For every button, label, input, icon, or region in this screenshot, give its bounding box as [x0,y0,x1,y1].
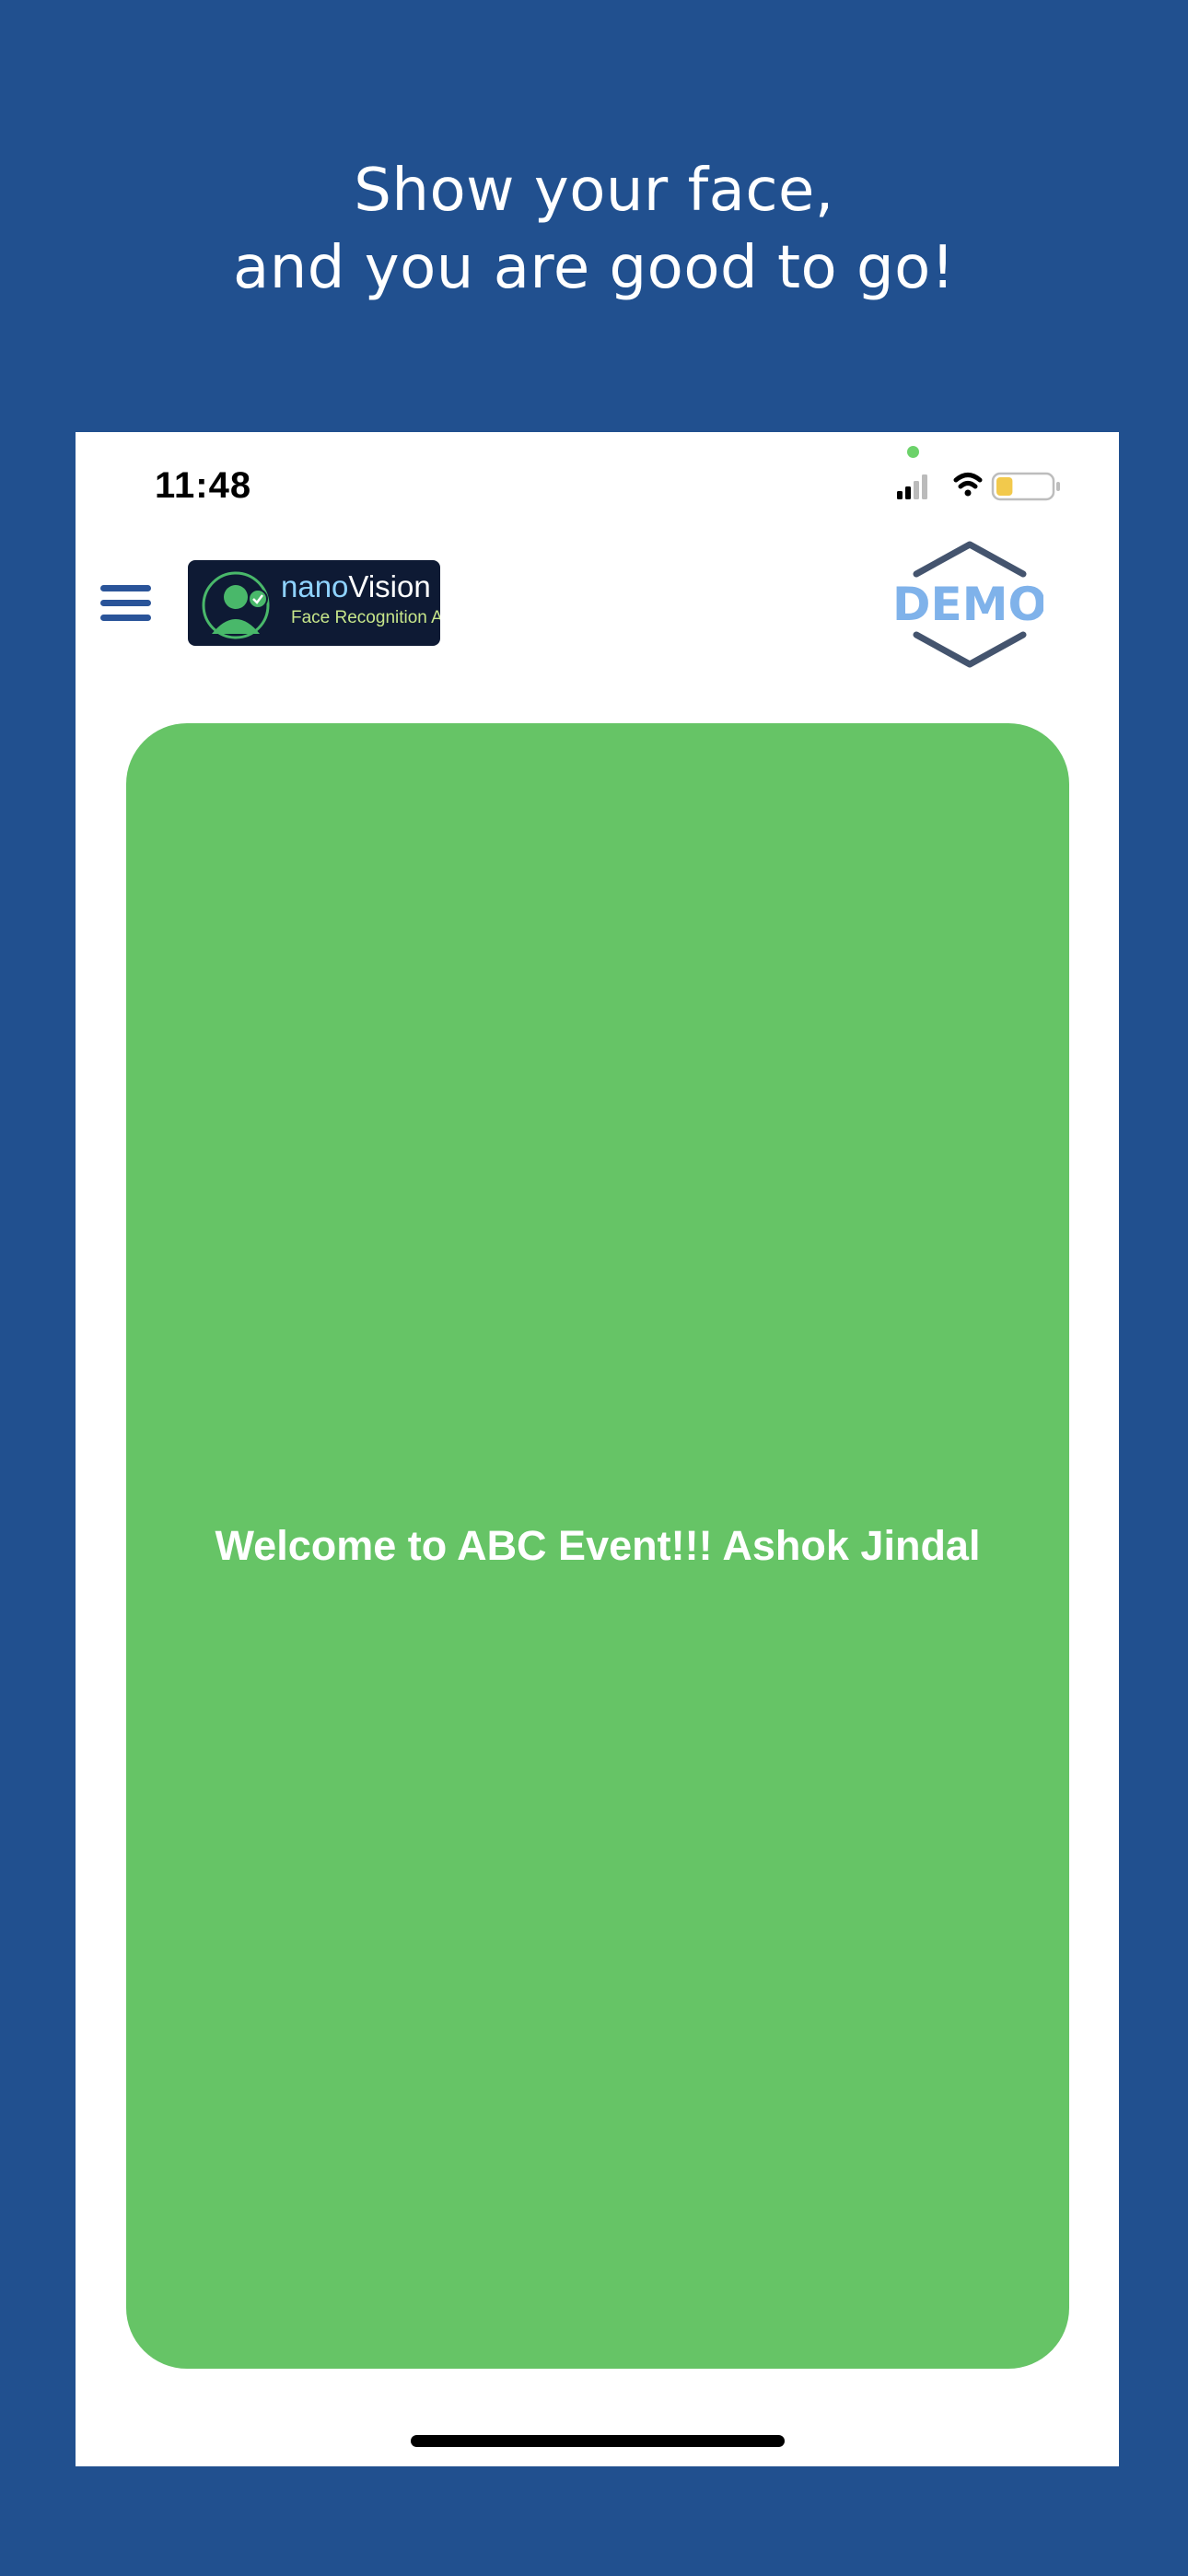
face-recognition-logo-icon [202,571,270,639]
phone-screen: 11:48 nanoVision Face Recognition AI DEM… [76,432,1119,2466]
logo-word-part1: nano [281,569,349,603]
welcome-card: Welcome to ABC Event!!! Ashok Jindal [126,723,1069,2369]
battery-icon [991,472,1060,501]
headline-line-1: Show your face, [354,157,834,225]
status-icons [897,472,1060,501]
status-time: 11:48 [155,465,252,506]
nanovision-logo: nanoVision Face Recognition AI [188,560,440,646]
demo-badge: DEMO [896,541,1043,668]
page-background: { "headline": { "line1": "Show your face… [0,0,1188,2576]
hamburger-menu-icon[interactable] [99,580,154,626]
demo-badge-text: DEMO [896,578,1043,631]
logo-subtitle: Face Recognition AI [291,608,440,627]
wifi-icon [953,473,983,497]
cellular-signal-icon [897,474,927,499]
marketing-headline: Show your face, and you are good to go! [0,152,1188,307]
logo-word-part2: Vision [348,569,431,603]
welcome-message: Welcome to ABC Event!!! Ashok Jindal [215,1522,981,1569]
headline-line-2: and you are good to go! [233,234,955,302]
home-indicator[interactable] [411,2435,785,2447]
camera-indicator-dot [907,446,919,458]
logo-wordmark: nanoVision [281,569,431,604]
